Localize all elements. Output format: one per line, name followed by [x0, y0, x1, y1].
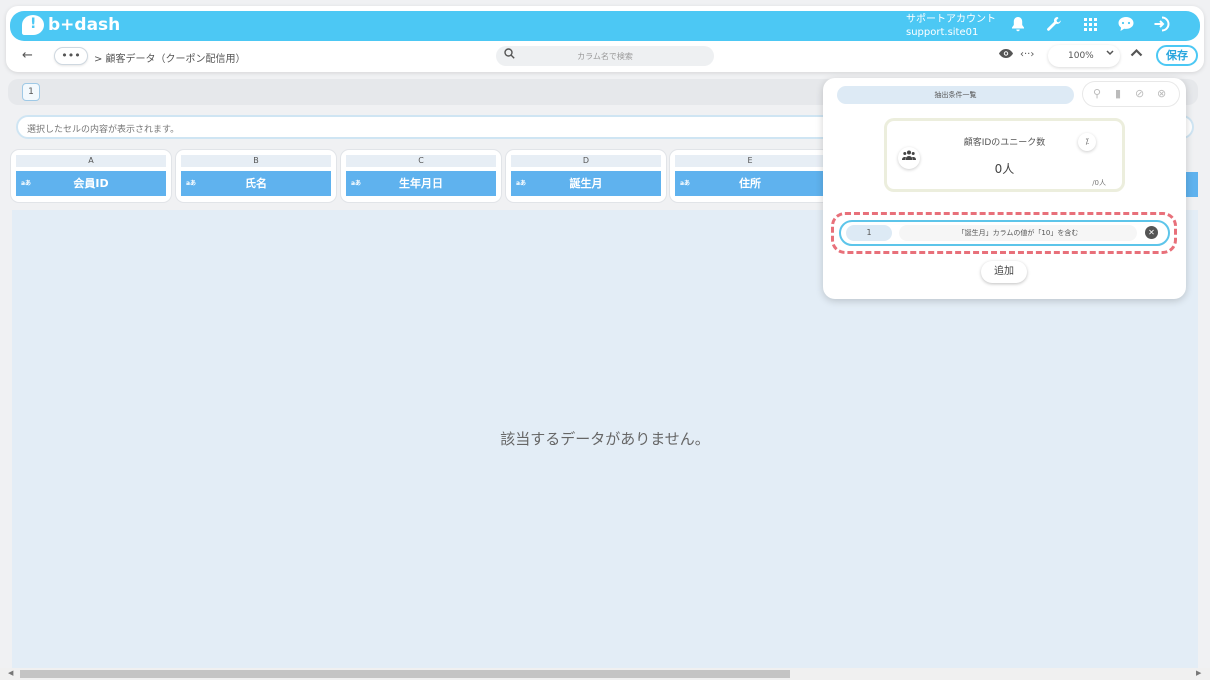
- column-header-partial[interactable]: [1184, 172, 1198, 197]
- stat-value: 0人: [994, 162, 1015, 176]
- column-name-label: 氏名: [245, 177, 267, 190]
- column-header-e[interactable]: E aあ 住所: [670, 150, 830, 202]
- tab-filter-conditions[interactable]: 抽出条件一覧: [837, 86, 1074, 104]
- condition-row[interactable]: 1 「誕生月」カラムの値が「10」を含む ✕: [839, 220, 1170, 246]
- code-toggle-icon[interactable]: ‹··›: [1020, 49, 1034, 60]
- column-search-input[interactable]: カラム名で検索: [496, 46, 714, 66]
- empty-message: 該当するデータがありません。: [500, 430, 710, 448]
- text-type-icon: aあ: [680, 180, 691, 187]
- document-icon[interactable]: ▮: [1115, 87, 1121, 100]
- back-button[interactable]: ←: [22, 48, 33, 63]
- text-type-icon: aあ: [351, 180, 362, 187]
- logo-text: b+dash: [48, 15, 121, 35]
- top-bar: b+dash サポートアカウント support.site01: [10, 11, 1200, 41]
- search-placeholder: カラム名で検索: [577, 52, 633, 61]
- visibility-off-icon[interactable]: ⊘: [1135, 87, 1144, 100]
- account-info: サポートアカウント support.site01: [906, 13, 996, 39]
- column-letter: E: [675, 155, 825, 167]
- filter-settings-icon[interactable]: ⚲: [1093, 87, 1101, 100]
- wrench-icon[interactable]: [1044, 16, 1064, 36]
- logo-icon: [22, 15, 44, 35]
- save-button[interactable]: 保存: [1156, 45, 1198, 66]
- column-name[interactable]: aあ 誕生月: [511, 171, 661, 196]
- zoom-value: 100%: [1068, 51, 1094, 61]
- text-type-icon: aあ: [21, 180, 32, 187]
- cell-content-placeholder: 選択したセルの内容が表示されます。: [27, 125, 180, 135]
- column-name[interactable]: aあ 住所: [675, 171, 825, 196]
- grid-icon[interactable]: [1080, 16, 1100, 36]
- text-type-icon: aあ: [516, 180, 527, 187]
- logout-icon[interactable]: [1152, 16, 1172, 36]
- page-number-button[interactable]: 1: [22, 83, 40, 101]
- bell-icon[interactable]: [1008, 16, 1028, 36]
- unique-count-card: 顧客IDのユニーク数 ⁒ 0人 /0人: [884, 118, 1125, 192]
- stat-total: /0人: [1092, 179, 1106, 187]
- filter-conditions-panel: 抽出条件一覧 ⚲ ▮ ⊘ ⊗ 顧客IDのユニーク数 ⁒ 0人 /0人 1 「誕生…: [823, 78, 1186, 299]
- text-type-icon: aあ: [186, 180, 197, 187]
- add-condition-button[interactable]: 追加: [981, 261, 1027, 283]
- scroll-right-icon[interactable]: ▶: [1196, 669, 1201, 677]
- column-name-label: 誕生月: [569, 177, 603, 190]
- scrollbar-thumb[interactable]: [20, 670, 790, 678]
- column-name[interactable]: aあ 会員ID: [16, 171, 166, 196]
- column-name[interactable]: aあ 氏名: [181, 171, 331, 196]
- more-button[interactable]: •••: [54, 47, 88, 65]
- condition-text[interactable]: 「誕生月」カラムの値が「10」を含む: [899, 225, 1137, 241]
- account-label: サポートアカウント: [906, 14, 996, 25]
- condition-highlight: 1 「誕生月」カラムの値が「10」を含む ✕: [831, 212, 1177, 254]
- column-header-d[interactable]: D aあ 誕生月: [506, 150, 666, 202]
- chat-icon[interactable]: [1116, 16, 1136, 36]
- column-header-a[interactable]: A aあ 会員ID: [11, 150, 171, 202]
- app-logo[interactable]: b+dash: [22, 15, 120, 35]
- column-letter: D: [511, 155, 661, 167]
- chevron-down-icon: [1106, 49, 1114, 59]
- nav-row: ← ••• > 顧客データ（クーポン配信用） カラム名で検索 ‹··› 100%…: [10, 44, 1200, 70]
- zoom-select[interactable]: 100%: [1048, 45, 1120, 67]
- account-id: support.site01: [906, 27, 979, 38]
- column-letter: A: [16, 155, 166, 167]
- column-letter: C: [346, 155, 496, 167]
- panel-toolbar: ⚲ ▮ ⊘ ⊗: [1083, 82, 1179, 106]
- remove-condition-icon[interactable]: ✕: [1145, 226, 1158, 239]
- cancel-circle-icon[interactable]: ⊗: [1157, 87, 1166, 100]
- column-name-label: 住所: [739, 177, 761, 190]
- eye-icon[interactable]: [998, 47, 1014, 63]
- scroll-left-icon[interactable]: ◀: [8, 669, 13, 677]
- column-header-c[interactable]: C aあ 生年月日: [341, 150, 501, 202]
- column-name[interactable]: aあ 生年月日: [346, 171, 496, 196]
- chevron-up-icon[interactable]: [1130, 46, 1143, 61]
- column-letter: B: [181, 155, 331, 167]
- calculator-icon[interactable]: ⁒: [1078, 133, 1096, 151]
- column-name-label: 会員ID: [73, 177, 109, 190]
- column-name-label: 生年月日: [399, 177, 443, 190]
- column-header-b[interactable]: B aあ 氏名: [176, 150, 336, 202]
- breadcrumb: > 顧客データ（クーポン配信用）: [94, 54, 246, 65]
- condition-number: 1: [846, 225, 892, 241]
- horizontal-scrollbar[interactable]: ◀ ▶: [0, 668, 1210, 680]
